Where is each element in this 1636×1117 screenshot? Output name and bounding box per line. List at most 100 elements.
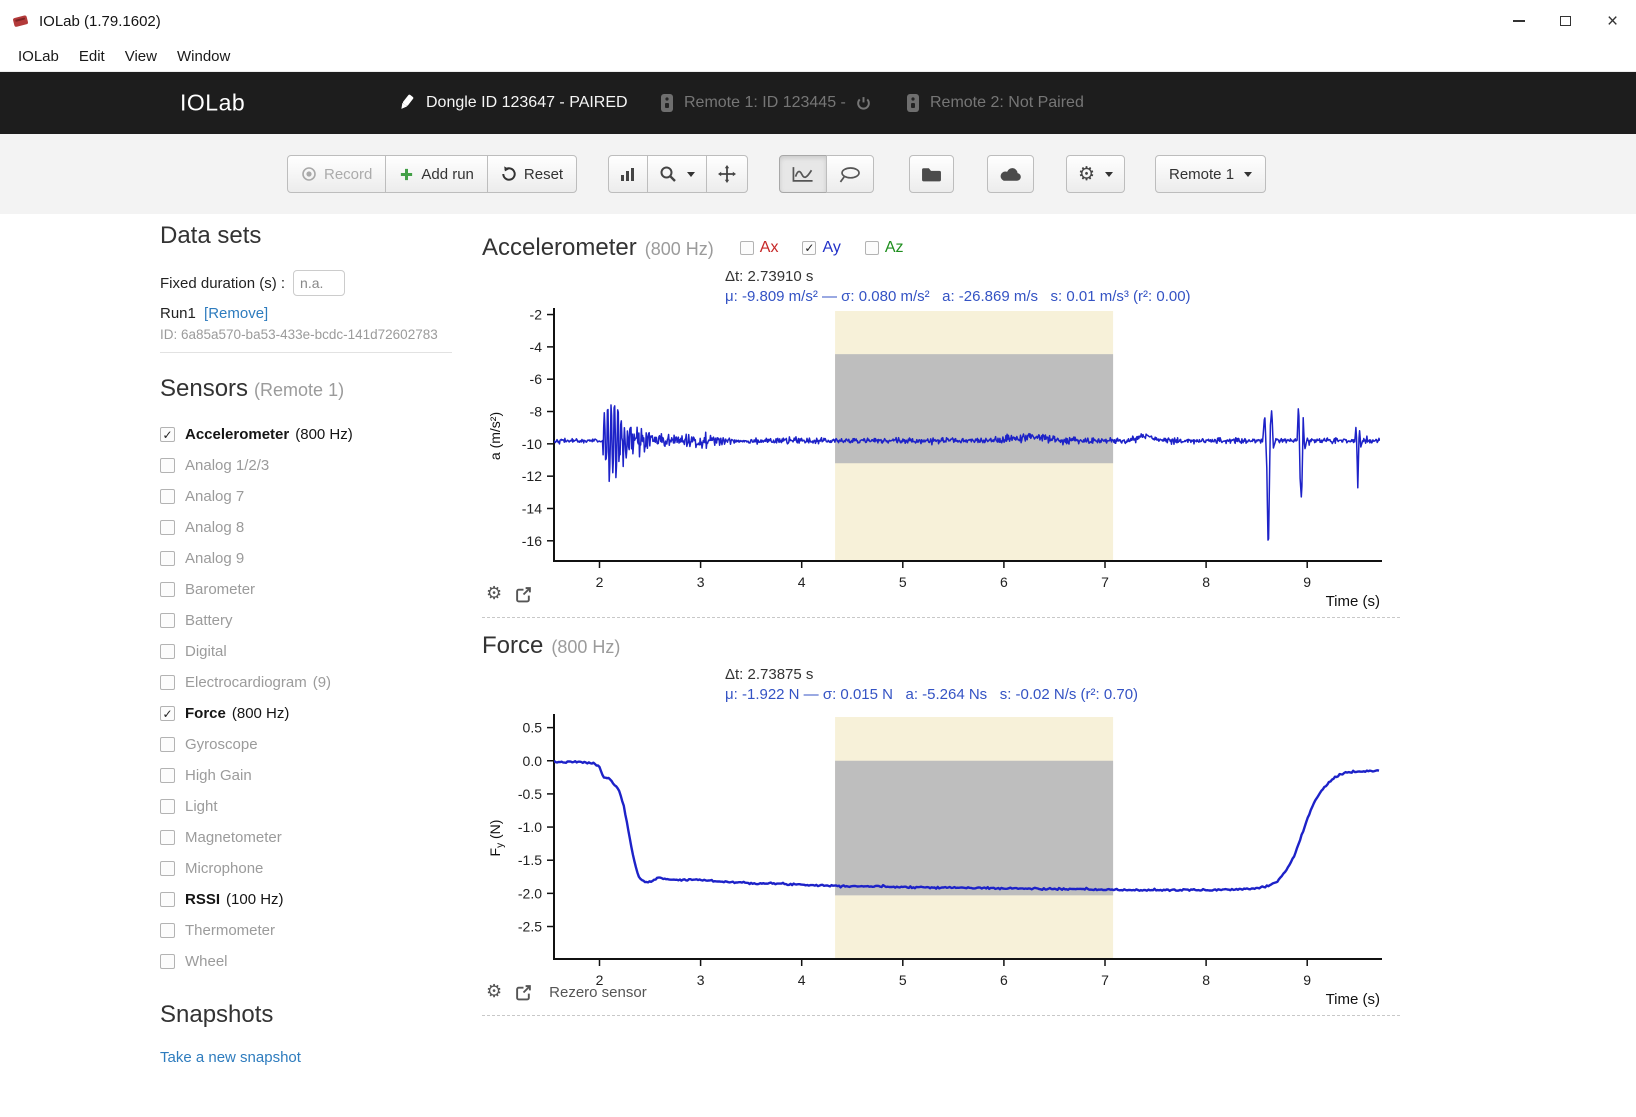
take-snapshot-link[interactable]: Take a new snapshot — [160, 1049, 301, 1066]
sensor-checkbox[interactable] — [160, 613, 175, 628]
sensor-checkbox[interactable] — [160, 520, 175, 535]
reset-label: Reset — [523, 165, 564, 183]
sensor-label: Accelerometer — [185, 426, 290, 443]
pan-move-icon — [718, 165, 736, 183]
power-icon[interactable] — [856, 96, 871, 111]
toolbar: Record Add run Reset ⚙ Remote 1 — [0, 134, 1636, 214]
sensor-checkbox[interactable] — [160, 551, 175, 566]
sensor-checkbox[interactable] — [160, 706, 175, 721]
sensor-checkbox[interactable] — [160, 582, 175, 597]
menu-iolab[interactable]: IOLab — [8, 48, 69, 65]
sensor-label: Microphone — [185, 860, 264, 877]
y-tick-label: -6 — [530, 371, 543, 387]
maximize-button[interactable] — [1542, 0, 1589, 42]
fixed-duration-input[interactable] — [293, 270, 346, 296]
sensor-row-analog-8: Analog 8 — [160, 512, 452, 543]
legend-ay[interactable]: Ay — [802, 239, 841, 257]
sensor-checkbox[interactable] — [160, 737, 175, 752]
sensor-row-gyroscope: Gyroscope — [160, 729, 452, 760]
sensor-label: Force — [185, 705, 226, 722]
chevron-down-icon — [687, 171, 695, 177]
chart-export-icon[interactable] — [515, 586, 532, 603]
chart-settings-gear-icon[interactable]: ⚙ — [486, 585, 502, 603]
sensor-checkbox[interactable] — [160, 427, 175, 442]
sensor-checkbox[interactable] — [160, 861, 175, 876]
maximize-icon — [1560, 16, 1571, 26]
stats-selection-box[interactable] — [835, 354, 1114, 464]
datasets-title: Data sets — [160, 222, 262, 249]
pan-button[interactable] — [706, 155, 748, 193]
legend-checkbox[interactable] — [864, 241, 879, 255]
cloud-button[interactable] — [987, 155, 1034, 193]
dongle-icon — [401, 94, 414, 109]
run-id: ID: 6a85a570-ba53-433e-bcdc-141d72602783 — [160, 327, 438, 342]
chart-title: Accelerometer — [482, 234, 637, 261]
settings-button[interactable]: ⚙ — [1066, 155, 1126, 193]
rezero-sensor-button[interactable]: Rezero sensor — [549, 984, 647, 1001]
run-remove-link[interactable]: [Remove] — [204, 305, 268, 322]
chevron-down-icon — [1244, 171, 1253, 177]
sensor-rate: (800 Hz) — [295, 426, 353, 443]
accelerometer-plot[interactable]: -2 -4 -6 -8 -10 -12 -14 -16 2 3 4 5 6 7 8 9 Time (s) a (m… — [482, 305, 1402, 611]
menu-view[interactable]: View — [115, 48, 167, 65]
sensor-checkbox[interactable] — [160, 768, 175, 783]
sensors-title: Sensors — [160, 375, 249, 402]
mean-sigma-stats: μ: -9.809 m/s² — σ: 0.080 m/s² a: -26.86… — [725, 288, 1191, 305]
app-icon — [13, 15, 28, 27]
sensor-row-battery: Battery — [160, 605, 452, 636]
x-axis-label: Time (s) — [1326, 991, 1380, 1008]
legend-ax[interactable]: Ax — [739, 239, 778, 257]
stats-selection-box[interactable] — [835, 760, 1114, 896]
minimize-button[interactable] — [1495, 0, 1542, 42]
mean-sigma-stats: μ: -1.922 N — σ: 0.015 N a: -5.264 Ns s:… — [725, 686, 1139, 703]
sensor-row-magnetometer: Magnetometer — [160, 822, 452, 853]
axis-legend: Ax Ay Az — [739, 239, 904, 257]
x-tick-label: 7 — [1101, 972, 1109, 988]
chart-footer: ⚙ Rezero sensor — [486, 983, 647, 1001]
minimize-icon — [1512, 20, 1525, 22]
force-plot[interactable]: 0.50.0-0.5-1.0-1.5-2.0-2.52 3 4 5 6 7 8 9Time (… — [482, 703, 1402, 1009]
sensor-row-digital: Digital — [160, 636, 452, 667]
sensor-row-wheel: Wheel — [160, 946, 452, 977]
chart-export-icon[interactable] — [515, 984, 532, 1001]
legend-az[interactable]: Az — [864, 239, 904, 257]
y-tick-label: -1.0 — [518, 819, 542, 835]
sensor-checkbox[interactable] — [160, 644, 175, 659]
remote-select-button[interactable]: Remote 1 — [1155, 155, 1267, 193]
x-tick-label: 8 — [1202, 574, 1210, 590]
menu-edit[interactable]: Edit — [69, 48, 115, 65]
zoom-button[interactable] — [647, 155, 707, 193]
sensor-checkbox[interactable] — [160, 799, 175, 814]
x-tick-label: 3 — [697, 972, 705, 988]
sensor-checkbox[interactable] — [160, 954, 175, 969]
menu-window[interactable]: Window — [167, 48, 240, 65]
legend-checkbox[interactable] — [802, 241, 817, 255]
record-button[interactable]: Record — [287, 155, 387, 193]
dongle-status: Dongle ID 123647 - PAIRED — [396, 92, 628, 114]
sensor-rate: (100 Hz) — [226, 891, 284, 908]
sensor-checkbox[interactable] — [160, 458, 175, 473]
accelerometer-chart: Accelerometer (800 Hz) Ax Ay Az Δt: 2.7391… — [482, 234, 1412, 611]
sensor-checkbox[interactable] — [160, 892, 175, 907]
legend-checkbox[interactable] — [739, 241, 754, 255]
selection-stats: Δt: 2.73875 s μ: -1.922 N — σ: 0.015 N a… — [725, 666, 1412, 703]
lasso-selection-icon — [839, 166, 860, 182]
chart-stats-button[interactable] — [608, 155, 648, 193]
reset-button[interactable]: Reset — [486, 155, 578, 193]
y-tick-label: -1.5 — [518, 852, 542, 868]
sensor-checkbox[interactable] — [160, 923, 175, 938]
sensor-checkbox[interactable] — [160, 489, 175, 504]
chart-divider — [482, 1015, 1400, 1016]
select-region-mode-button[interactable] — [826, 155, 874, 193]
sensor-checkbox[interactable] — [160, 675, 175, 690]
close-button[interactable]: × — [1589, 0, 1636, 42]
sensor-checkbox[interactable] — [160, 830, 175, 845]
sensors-header: Sensors (Remote 1) — [160, 375, 452, 403]
x-tick-label: 8 — [1202, 972, 1210, 988]
window-title: IOLab (1.79.1602) — [39, 12, 161, 30]
line-chart-mode-button[interactable] — [779, 155, 827, 193]
y-tick-label: 0.0 — [523, 753, 543, 769]
open-file-button[interactable] — [909, 155, 954, 193]
chart-settings-gear-icon[interactable]: ⚙ — [486, 983, 502, 1001]
add-run-button[interactable]: Add run — [385, 155, 488, 193]
